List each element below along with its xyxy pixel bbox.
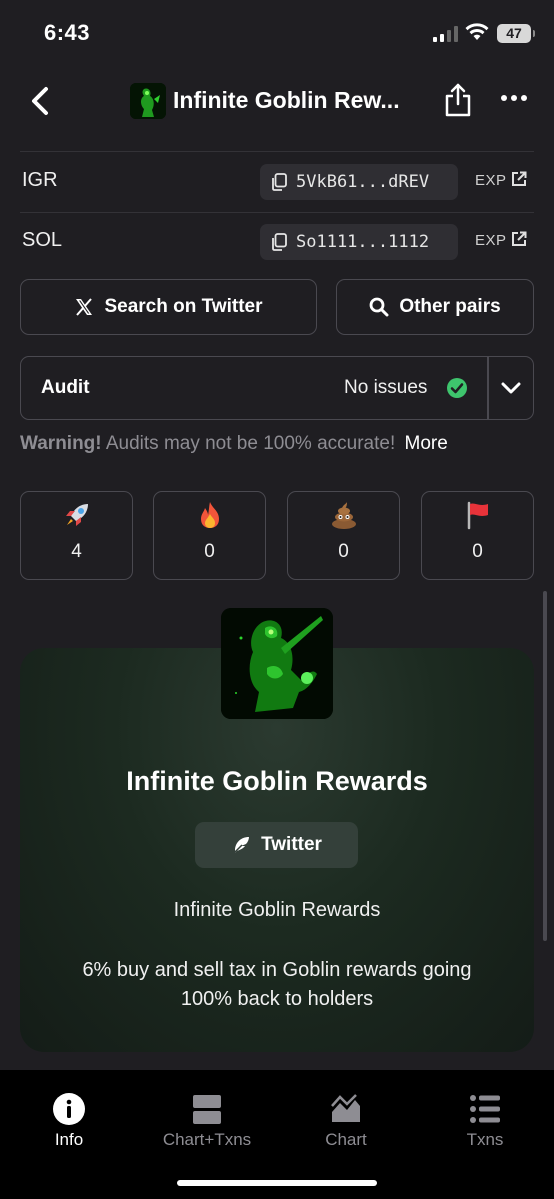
wifi-icon	[465, 23, 489, 40]
tab-chart-txns[interactable]: Chart+Txns	[138, 1070, 276, 1160]
reaction-count: 0	[472, 541, 483, 562]
tab-txns[interactable]: Txns	[416, 1070, 554, 1160]
token-name: Infinite Goblin Rewards	[173, 899, 381, 921]
reaction-count: 4	[71, 541, 82, 562]
goblin-image-icon	[221, 608, 333, 719]
back-chevron-icon[interactable]	[28, 86, 54, 116]
poop-icon	[331, 502, 356, 529]
token-image	[221, 608, 333, 719]
twitter-button[interactable]: Twitter	[195, 822, 358, 868]
address-value: So1111...1112	[296, 232, 430, 252]
tab-label: Chart	[325, 1130, 367, 1149]
battery-indicator: 47	[497, 24, 535, 43]
address-label: IGR	[22, 169, 58, 191]
search-icon	[369, 297, 389, 317]
explorer-link[interactable]: EXP	[475, 232, 507, 249]
scrollbar[interactable]	[543, 591, 547, 941]
search-twitter-label: Search on Twitter	[104, 296, 263, 317]
token-description: 6% buy and sell tax in Goblin rewards go…	[82, 959, 483, 1010]
reaction-count: 0	[204, 541, 215, 562]
external-link-icon[interactable]	[511, 171, 527, 187]
goblin-image-icon	[130, 83, 166, 119]
area-chart-icon	[331, 1094, 360, 1122]
audit-status: No issues	[344, 377, 428, 398]
address-row-igr: IGR 5VkB61...dREV EXP	[0, 153, 554, 213]
tab-label: Info	[54, 1130, 84, 1149]
more-link[interactable]: More	[405, 433, 448, 454]
red-flag-icon	[467, 501, 488, 530]
tab-info[interactable]: Info	[0, 1070, 138, 1160]
copy-address-button[interactable]: 5VkB61...dREV	[260, 164, 458, 200]
other-pairs-label: Other pairs	[399, 296, 501, 317]
address-label: SOL	[22, 229, 63, 251]
tab-label: Chart+Txns	[162, 1130, 252, 1149]
share-icon[interactable]	[444, 82, 472, 118]
cellular-signal-icon	[433, 26, 458, 42]
status-time: 6:43	[44, 20, 91, 45]
copy-address-button[interactable]: So1111...1112	[260, 224, 458, 260]
reaction-count: 0	[338, 541, 349, 562]
twitter-label: Twitter	[261, 834, 322, 855]
external-link-icon[interactable]	[511, 231, 527, 247]
copy-icon	[272, 233, 287, 251]
reaction-fire[interactable]: 0	[153, 491, 266, 580]
address-value: 5VkB61...dREV	[296, 172, 430, 192]
chevron-down-icon[interactable]	[500, 379, 522, 397]
warning-prefix: Warning!	[20, 433, 102, 454]
home-indicator[interactable]	[177, 1180, 377, 1186]
warning-text: Audits may not be 100% accurate!	[105, 433, 396, 454]
info-icon	[53, 1093, 85, 1125]
split-view-icon	[193, 1095, 221, 1124]
more-options-icon[interactable]	[500, 92, 528, 104]
audit-label: Audit	[41, 377, 90, 398]
other-pairs-button[interactable]: Other pairs	[336, 279, 534, 335]
reaction-poop[interactable]: 0	[287, 491, 400, 580]
status-bar: 6:43 47	[0, 0, 554, 68]
info-content: IGR 5VkB61...dREV EXP SOL So1111...1112 …	[0, 136, 554, 1070]
audit-panel[interactable]: Audit No issues	[20, 356, 534, 420]
feather-icon	[232, 837, 250, 855]
x-logo-icon	[76, 298, 93, 316]
reaction-red-flag[interactable]: 0	[421, 491, 534, 580]
nav-header: Infinite Goblin Rew...	[0, 68, 554, 136]
reaction-rocket[interactable]: 4	[20, 491, 133, 580]
tab-label: Txns	[466, 1130, 504, 1149]
token-title: Infinite Goblin Rewards	[126, 766, 428, 796]
tab-chart[interactable]: Chart	[277, 1070, 415, 1160]
audit-separator	[487, 357, 489, 419]
address-row-sol: SOL So1111...1112 EXP	[0, 213, 554, 273]
audit-warning: Warning! Audits may not be 100% accurate…	[20, 433, 448, 455]
list-icon	[470, 1095, 500, 1123]
divider	[20, 151, 534, 152]
rocket-icon	[65, 504, 88, 526]
search-twitter-button[interactable]: Search on Twitter	[20, 279, 317, 335]
fire-icon	[200, 502, 219, 528]
explorer-link[interactable]: EXP	[475, 172, 507, 189]
token-logo	[130, 83, 166, 119]
check-circle-icon	[447, 378, 467, 398]
page-title: Infinite Goblin Rew...	[173, 87, 400, 113]
copy-icon	[272, 173, 287, 191]
